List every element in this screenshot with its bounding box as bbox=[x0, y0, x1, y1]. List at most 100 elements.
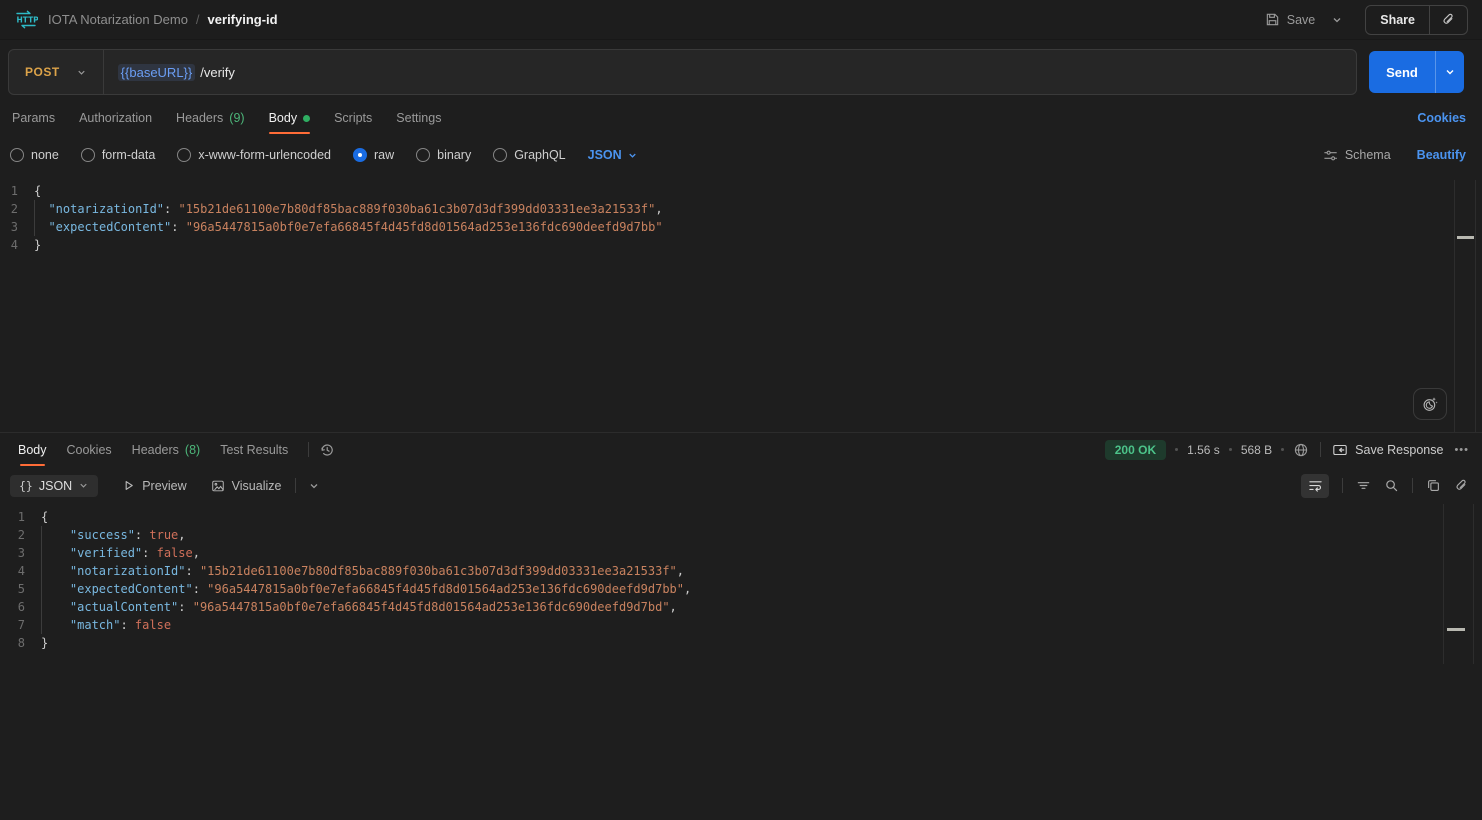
tab-headers[interactable]: Headers (9) bbox=[164, 102, 257, 134]
api-client-window: HTTP IOTA Notarization Demo / verifying-… bbox=[0, 0, 1482, 820]
play-icon bbox=[122, 479, 135, 492]
meta-divider bbox=[1320, 442, 1321, 457]
response-tab-body[interactable]: Body bbox=[8, 434, 57, 466]
globe-icon bbox=[1293, 442, 1309, 458]
request-body-editor[interactable]: 1{2"notarizationId": "15b21de61100e7b80d… bbox=[0, 182, 1442, 254]
postbot-sparkle-icon bbox=[1421, 395, 1439, 413]
send-button-group: Send bbox=[1369, 51, 1464, 93]
chevron-down-icon bbox=[76, 67, 87, 78]
viewer-options-chevron[interactable] bbox=[308, 480, 320, 492]
wrap-text-button[interactable] bbox=[1301, 474, 1329, 498]
cookies-link[interactable]: Cookies bbox=[1417, 111, 1466, 125]
share-button-group: Share bbox=[1365, 5, 1468, 35]
scroll-position-marker bbox=[1447, 628, 1465, 631]
chevron-down-icon bbox=[1444, 66, 1456, 78]
schema-button[interactable]: Schema bbox=[1323, 148, 1391, 163]
radio-icon bbox=[177, 148, 191, 162]
tab-params[interactable]: Params bbox=[0, 102, 67, 134]
body-mode-right-actions: Schema Beautify bbox=[1323, 148, 1466, 163]
search-button[interactable] bbox=[1384, 478, 1399, 493]
mode-raw[interactable]: raw bbox=[353, 148, 394, 162]
url-path: /verify bbox=[200, 65, 235, 80]
tab-body[interactable]: Body bbox=[257, 102, 323, 134]
method-selector[interactable]: POST bbox=[9, 65, 76, 79]
beautify-button[interactable]: Beautify bbox=[1417, 148, 1466, 162]
http-request-icon: HTTP bbox=[14, 10, 38, 29]
meta-dot bbox=[1281, 448, 1284, 451]
more-actions-button[interactable]: ••• bbox=[1454, 444, 1469, 456]
mode-x-www-form-urlencoded[interactable]: x-www-form-urlencoded bbox=[177, 148, 331, 162]
tab-scripts[interactable]: Scripts bbox=[322, 102, 384, 134]
response-format-selector[interactable]: {} JSON bbox=[10, 475, 98, 497]
breadcrumb: IOTA Notarization Demo / verifying-id bbox=[48, 12, 278, 27]
top-bar-actions: Save Share bbox=[1257, 5, 1468, 35]
image-icon bbox=[211, 479, 225, 493]
response-tab-test-results[interactable]: Test Results bbox=[210, 434, 298, 466]
meta-dot bbox=[1229, 448, 1232, 451]
response-size[interactable]: 568 B bbox=[1241, 443, 1272, 457]
response-meta: 200 OK 1.56 s 568 B bbox=[1105, 440, 1482, 460]
preview-button[interactable]: Preview bbox=[122, 479, 186, 493]
response-tabs: Body Cookies Headers (8) Test Results 20… bbox=[0, 433, 1482, 466]
request-editor-scrollbar[interactable] bbox=[1454, 180, 1482, 432]
send-button[interactable]: Send bbox=[1369, 51, 1435, 93]
save-response-button[interactable]: Save Response bbox=[1332, 442, 1443, 458]
headers-count: (9) bbox=[229, 111, 244, 125]
radio-icon bbox=[493, 148, 507, 162]
filter-icon bbox=[1356, 478, 1371, 493]
copy-link-button[interactable] bbox=[1454, 478, 1469, 493]
copy-button[interactable] bbox=[1426, 478, 1441, 493]
search-icon bbox=[1384, 478, 1399, 493]
response-time[interactable]: 1.56 s bbox=[1187, 443, 1220, 457]
chevron-down-icon bbox=[78, 480, 89, 491]
response-tabs-divider bbox=[308, 442, 309, 457]
network-info-button[interactable] bbox=[1293, 442, 1309, 458]
save-options-chevron[interactable] bbox=[1323, 8, 1351, 32]
raw-language-selector[interactable]: JSON bbox=[588, 148, 638, 162]
chevron-down-icon bbox=[308, 480, 320, 492]
save-button[interactable]: Save bbox=[1257, 6, 1324, 33]
scrollbar-track-line bbox=[1475, 180, 1476, 432]
request-url-row: POST {{baseURL}} /verify Send bbox=[8, 48, 1464, 96]
tools-divider bbox=[1342, 478, 1343, 493]
method-chevron[interactable] bbox=[76, 67, 87, 78]
status-badge[interactable]: 200 OK bbox=[1105, 440, 1166, 460]
postbot-assistant-button[interactable] bbox=[1413, 388, 1447, 420]
breadcrumb-separator: / bbox=[196, 12, 200, 27]
top-bar: HTTP IOTA Notarization Demo / verifying-… bbox=[0, 0, 1482, 40]
save-response-label: Save Response bbox=[1355, 443, 1443, 457]
response-history-button[interactable] bbox=[319, 442, 335, 458]
response-tab-cookies[interactable]: Cookies bbox=[57, 434, 122, 466]
controls-divider bbox=[295, 478, 296, 493]
url-variable-chip[interactable]: {{baseURL}} bbox=[118, 64, 196, 81]
tab-authorization[interactable]: Authorization bbox=[67, 102, 164, 134]
wrap-text-icon bbox=[1308, 478, 1323, 493]
mode-graphql[interactable]: GraphQL bbox=[493, 148, 565, 162]
response-body-viewer[interactable]: 1{2"success": true,3"verified": false,4"… bbox=[0, 508, 1482, 652]
radio-checked-icon bbox=[353, 148, 367, 162]
response-viewer-scrollbar[interactable] bbox=[1443, 504, 1482, 664]
breadcrumb-request-name[interactable]: verifying-id bbox=[208, 12, 278, 27]
response-tab-headers[interactable]: Headers (8) bbox=[122, 434, 211, 466]
copy-icon bbox=[1426, 478, 1441, 493]
filter-button[interactable] bbox=[1356, 478, 1371, 493]
breadcrumb-collection[interactable]: IOTA Notarization Demo bbox=[48, 12, 188, 27]
share-button[interactable]: Share bbox=[1366, 13, 1429, 27]
radio-icon bbox=[416, 148, 430, 162]
mode-none[interactable]: none bbox=[10, 148, 59, 162]
meta-dot bbox=[1175, 448, 1178, 451]
tab-settings[interactable]: Settings bbox=[384, 102, 453, 134]
copy-link-button[interactable] bbox=[1430, 12, 1467, 27]
json-braces-icon: {} bbox=[19, 479, 33, 493]
svg-text:HTTP: HTTP bbox=[17, 16, 39, 25]
chevron-down-icon bbox=[627, 150, 638, 161]
url-input[interactable]: {{baseURL}} /verify bbox=[104, 64, 1356, 81]
send-options-chevron[interactable] bbox=[1435, 51, 1464, 93]
request-tabs: Params Authorization Headers (9) Body Sc… bbox=[0, 102, 1482, 134]
response-pane: Body Cookies Headers (8) Test Results 20… bbox=[0, 432, 1482, 820]
visualize-button[interactable]: Visualize bbox=[211, 479, 282, 493]
save-button-label: Save bbox=[1287, 13, 1316, 27]
mode-binary[interactable]: binary bbox=[416, 148, 471, 162]
mode-form-data[interactable]: form-data bbox=[81, 148, 156, 162]
save-icon bbox=[1265, 12, 1280, 27]
